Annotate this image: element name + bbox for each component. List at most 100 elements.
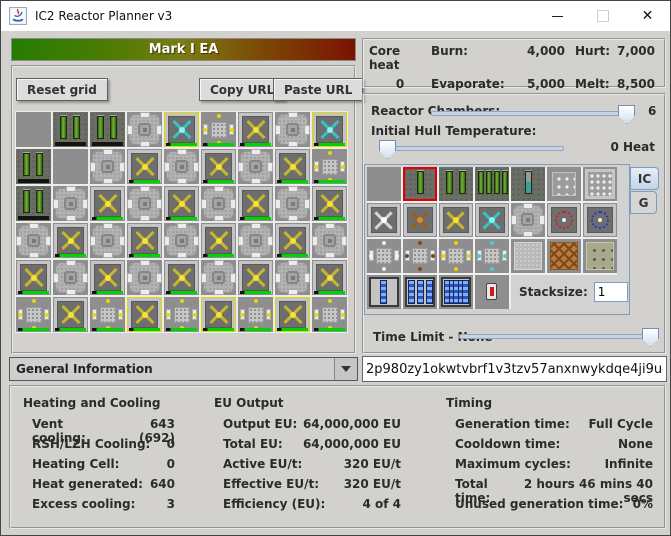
- component-heat-vent[interactable]: [238, 223, 273, 258]
- palette-advanced-heat-exchanger[interactable]: [475, 203, 509, 237]
- palette-containment-plating[interactable]: [547, 239, 581, 273]
- heat-exchanger[interactable]: [201, 149, 236, 184]
- tab-g[interactable]: G: [630, 191, 657, 214]
- info-dropdown[interactable]: General Information: [9, 357, 358, 381]
- empty-cell[interactable]: [16, 112, 51, 147]
- stacksize-input[interactable]: [594, 282, 628, 302]
- palette-component-vent-yellow[interactable]: [439, 239, 473, 273]
- heat-exchanger[interactable]: [127, 149, 162, 184]
- heat-exchanger[interactable]: [53, 223, 88, 258]
- heat-exchanger[interactable]: [53, 297, 88, 332]
- component-heat-vent[interactable]: [312, 223, 347, 258]
- heat-exchanger[interactable]: [127, 297, 162, 332]
- overclocked-heat-vent[interactable]: [312, 149, 347, 184]
- heat-exchanger[interactable]: [164, 260, 199, 295]
- heat-exchanger-icon: [53, 297, 88, 332]
- overclocked-heat-vent[interactable]: [312, 297, 347, 332]
- component-heat-vent[interactable]: [90, 149, 125, 184]
- component-heat-vent[interactable]: [90, 223, 125, 258]
- dual-uranium-cell[interactable]: [53, 112, 88, 147]
- heat-exchanger[interactable]: [275, 297, 310, 332]
- palette-uranium-cell[interactable]: [403, 167, 437, 201]
- palette-heat-capacity-plating[interactable]: [583, 239, 617, 273]
- advanced-heat-exchanger[interactable]: [312, 112, 347, 147]
- component-heat-vent[interactable]: [275, 112, 310, 147]
- empty-cell[interactable]: [53, 149, 88, 184]
- heat-exchanger[interactable]: [312, 186, 347, 221]
- minimize-button[interactable]: [535, 1, 580, 31]
- reactor-chambers-slider[interactable]: [431, 111, 635, 116]
- component-heat-vent[interactable]: [53, 260, 88, 295]
- heat-exchanger[interactable]: [275, 223, 310, 258]
- component-heat-vent[interactable]: [275, 260, 310, 295]
- palette-coolant-cell-60k[interactable]: [439, 275, 473, 309]
- component-heat-vent[interactable]: [16, 223, 51, 258]
- palette-depleted-isotope-cell[interactable]: [511, 167, 545, 201]
- heat-exchanger[interactable]: [90, 186, 125, 221]
- overclocked-heat-vent-icon: [201, 112, 236, 147]
- hull-temperature-slider[interactable]: [384, 146, 564, 151]
- overclocked-heat-vent[interactable]: [201, 112, 236, 147]
- maximize-button[interactable]: [580, 1, 625, 31]
- component-heat-vent[interactable]: [201, 186, 236, 221]
- heat-exchanger[interactable]: [16, 260, 51, 295]
- heat-exchanger[interactable]: [312, 260, 347, 295]
- palette-component-vent-cyan[interactable]: [475, 239, 509, 273]
- palette-heat-exchanger-silver[interactable]: [367, 203, 401, 237]
- paste-url-button[interactable]: Paste URL: [273, 78, 363, 101]
- component-heat-vent[interactable]: [201, 260, 236, 295]
- advanced-heat-exchanger[interactable]: [164, 112, 199, 147]
- overclocked-heat-vent[interactable]: [164, 297, 199, 332]
- palette-component-exchanger-brown[interactable]: [403, 239, 437, 273]
- heat-exchanger[interactable]: [201, 297, 236, 332]
- heat-exchanger[interactable]: [238, 186, 273, 221]
- tab-ic-label: IC: [638, 172, 651, 186]
- component-heat-vent[interactable]: [164, 149, 199, 184]
- stat-label: Generation time:: [455, 417, 570, 431]
- palette-reactor-heat-vent[interactable]: [583, 203, 617, 237]
- palette-overclocked-heat-vent[interactable]: [547, 203, 581, 237]
- heat-exchanger-icon: [312, 186, 347, 221]
- component-heat-vent[interactable]: [53, 186, 88, 221]
- stat-value: 320 EU/t: [344, 457, 401, 471]
- dual-uranium-cell[interactable]: [16, 186, 51, 221]
- overclocked-heat-vent[interactable]: [16, 297, 51, 332]
- palette-heat-vent[interactable]: [547, 167, 581, 201]
- component-heat-vent[interactable]: [164, 223, 199, 258]
- palette-dual-uranium-cell[interactable]: [439, 167, 473, 201]
- heat-exchanger[interactable]: [127, 223, 162, 258]
- time-limit-slider[interactable]: [459, 334, 655, 339]
- component-heat-vent[interactable]: [275, 186, 310, 221]
- component-vent-yellow-icon: [439, 239, 473, 273]
- palette-component-exchanger-white[interactable]: [367, 239, 401, 273]
- overclocked-heat-vent[interactable]: [238, 297, 273, 332]
- overclocked-heat-vent[interactable]: [90, 297, 125, 332]
- palette-advanced-heat-vent[interactable]: [583, 167, 617, 201]
- reset-grid-button[interactable]: Reset grid: [16, 78, 108, 101]
- java-icon[interactable]: [8, 6, 28, 26]
- tab-ic[interactable]: IC: [630, 167, 659, 190]
- heat-exchanger[interactable]: [275, 149, 310, 184]
- palette-core-heat-exchanger[interactable]: [403, 203, 437, 237]
- component-heat-vent[interactable]: [127, 186, 162, 221]
- palette-heat-exchanger[interactable]: [439, 203, 473, 237]
- heat-exchanger[interactable]: [164, 186, 199, 221]
- close-button[interactable]: ✕: [625, 1, 670, 31]
- palette-coolant-cell-10k[interactable]: [367, 275, 401, 309]
- reactor-code-field[interactable]: [362, 356, 667, 382]
- heat-exchanger[interactable]: [238, 260, 273, 295]
- heat-exchanger[interactable]: [201, 223, 236, 258]
- palette-reactor-plating[interactable]: [511, 239, 545, 273]
- dual-uranium-cell[interactable]: [16, 149, 51, 184]
- palette-coolant-cell-30k[interactable]: [403, 275, 437, 309]
- heat-exchanger[interactable]: [90, 260, 125, 295]
- palette-eraser[interactable]: [367, 167, 401, 201]
- dual-uranium-cell[interactable]: [90, 112, 125, 147]
- palette-component-heat-vent[interactable]: [511, 203, 545, 237]
- component-heat-vent[interactable]: [127, 260, 162, 295]
- palette-quad-uranium-cell[interactable]: [475, 167, 509, 201]
- component-heat-vent[interactable]: [238, 149, 273, 184]
- heat-exchanger[interactable]: [238, 112, 273, 147]
- component-heat-vent[interactable]: [127, 112, 162, 147]
- palette-rsh-condensator[interactable]: [475, 275, 509, 309]
